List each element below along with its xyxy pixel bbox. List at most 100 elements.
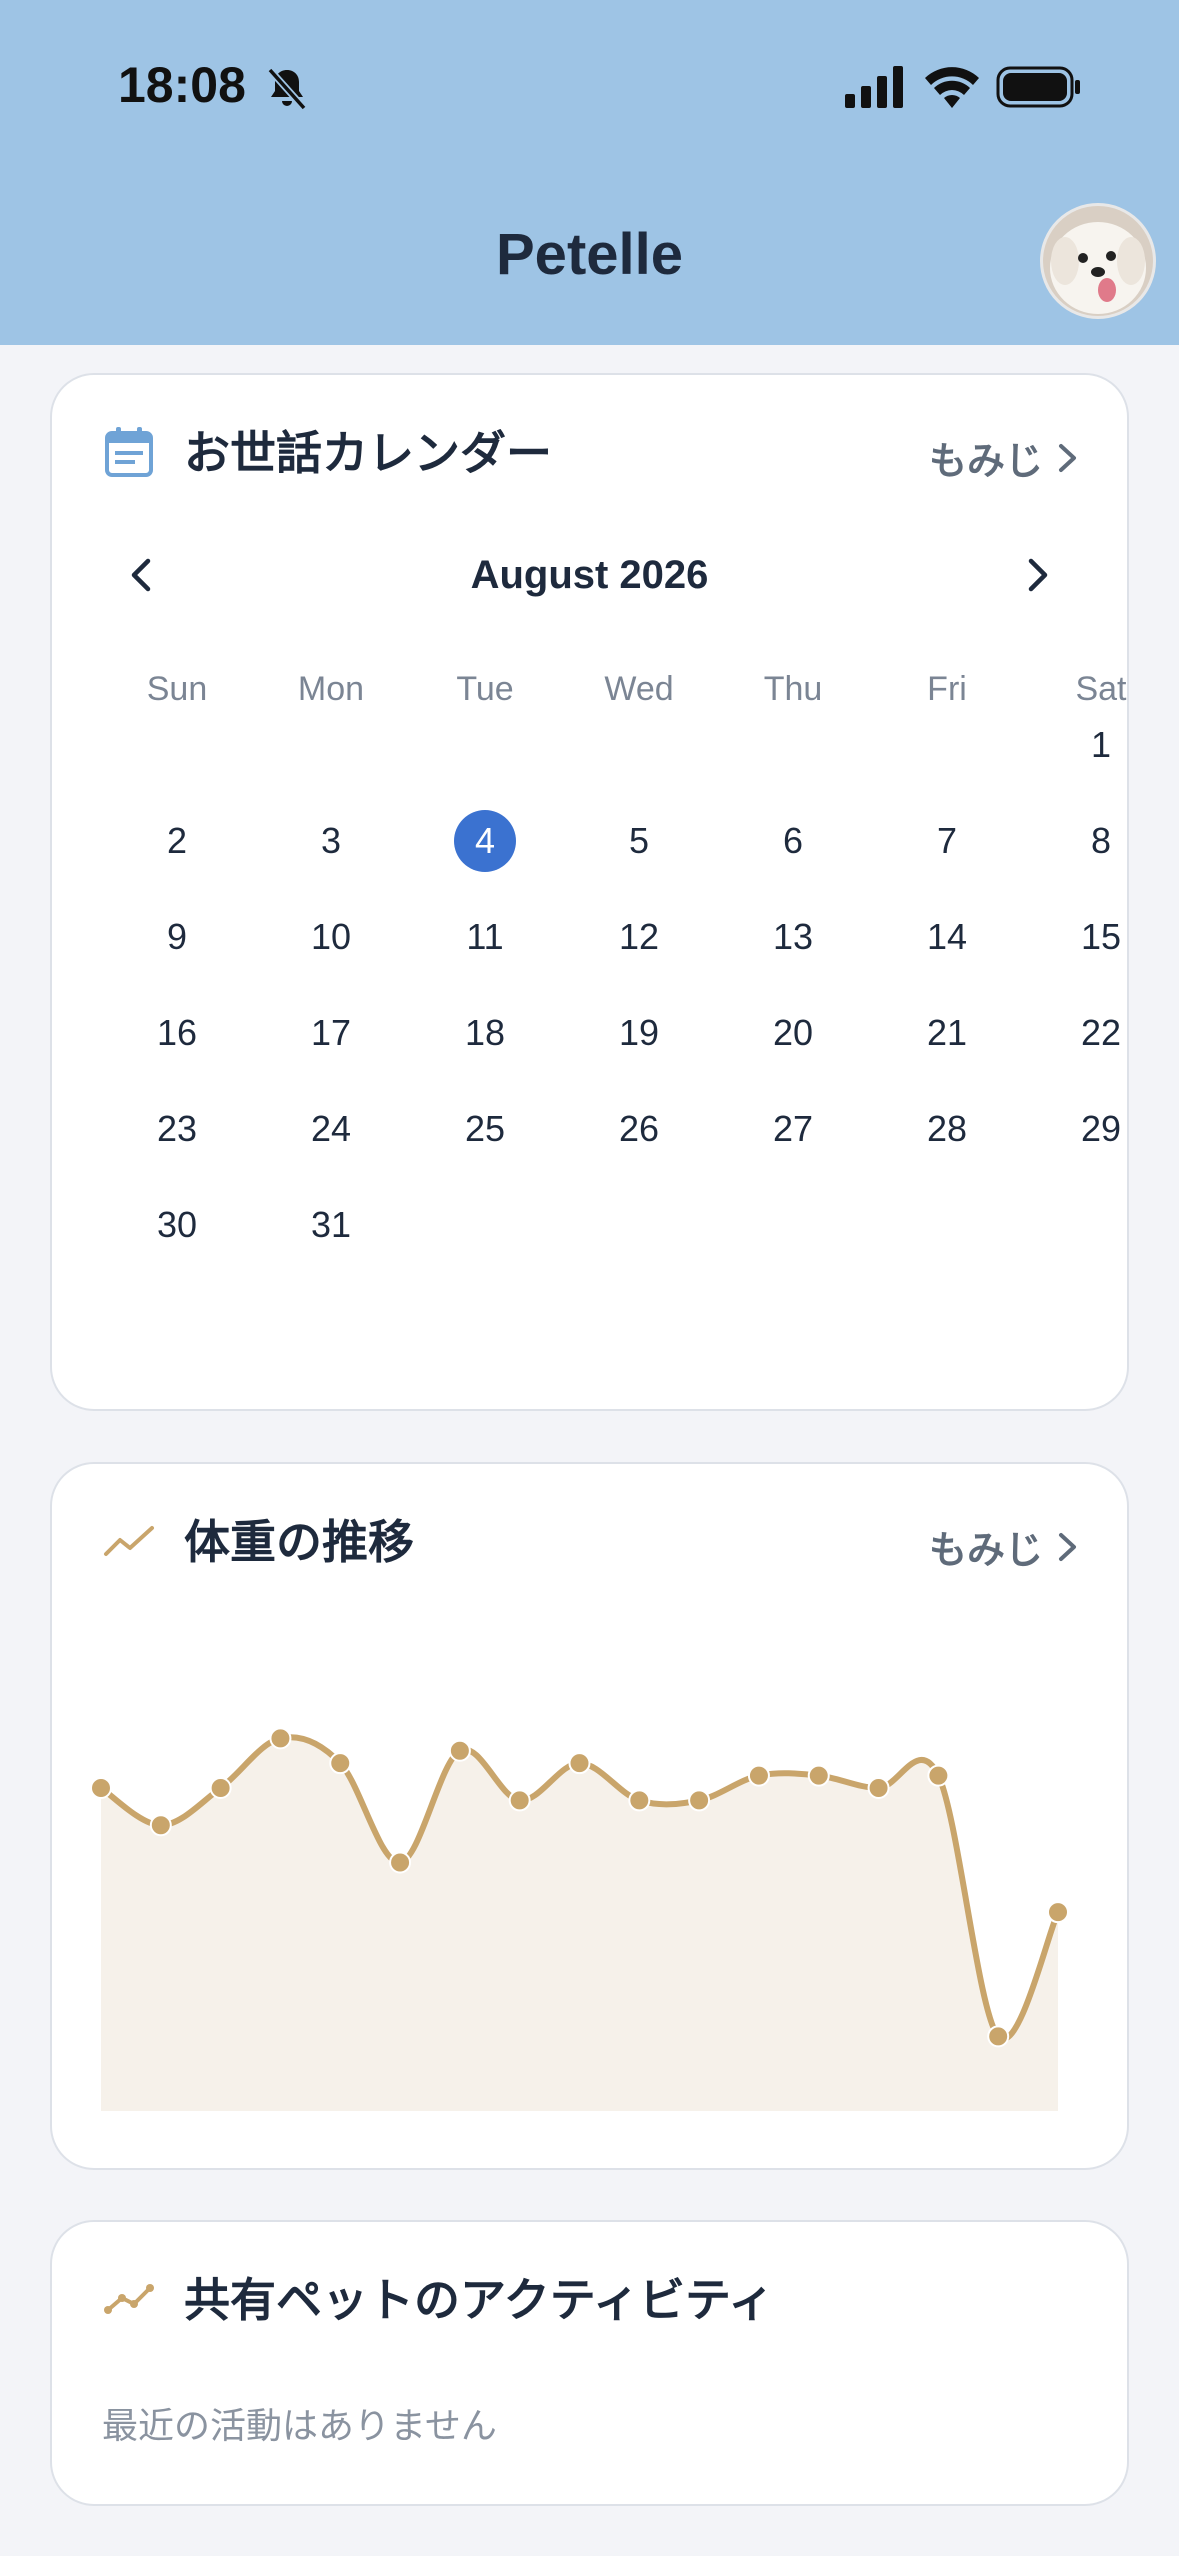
calendar-day-number: 28 (926, 1108, 968, 1149)
battery-icon (996, 66, 1080, 108)
calendar-empty-cell (870, 710, 1024, 780)
calendar-day-number: 29 (1080, 1108, 1122, 1149)
calendar-day[interactable]: 1 (1024, 710, 1178, 780)
calendar-day[interactable]: 8 (1024, 806, 1178, 876)
calendar-day[interactable]: 26 (562, 1094, 716, 1164)
weight-data-point[interactable] (448, 1739, 471, 1762)
calendar-empty-cell (562, 710, 716, 780)
calendar-day[interactable]: 15 (1024, 902, 1178, 972)
calendar-day[interactable]: 22 (1024, 998, 1178, 1068)
calendar-day[interactable]: 24 (254, 1094, 408, 1164)
calendar-day[interactable]: 11 (408, 902, 562, 972)
weight-data-point[interactable] (688, 1789, 711, 1812)
calendar-empty-cell (408, 1190, 562, 1260)
weight-data-point[interactable] (628, 1789, 651, 1812)
calendar-day-number: 3 (320, 820, 342, 861)
month-navigation: August 2026 (52, 545, 1127, 605)
weight-card-title: 体重の推移 (184, 1516, 414, 1568)
weekday-label: Tue (456, 670, 514, 708)
weight-data-point[interactable] (568, 1752, 591, 1775)
calendar-day-number: 20 (772, 1012, 814, 1053)
calendar-week-row: 30 31 (100, 1190, 1178, 1260)
calendar-empty-cell (100, 710, 254, 780)
calendar-day[interactable]: 25 (408, 1094, 562, 1164)
calendar-day-number: 23 (156, 1108, 198, 1149)
weight-data-point[interactable] (389, 1851, 412, 1874)
calendar-day[interactable]: 21 (870, 998, 1024, 1068)
weight-area-fill (101, 1737, 1058, 2111)
calendar-pet-name: もみじ (928, 441, 1043, 483)
weight-data-point[interactable] (1047, 1901, 1069, 1924)
calendar-day[interactable]: 10 (254, 902, 408, 972)
cellular-signal-icon (845, 66, 903, 108)
calendar-empty-cell (716, 710, 870, 780)
calendar-day[interactable]: 5 (562, 806, 716, 876)
chevron-right-icon (1059, 443, 1076, 472)
calendar-day[interactable]: 20 (716, 998, 870, 1068)
weight-data-point[interactable] (508, 1789, 531, 1812)
calendar-day-number: 25 (464, 1108, 506, 1149)
care-calendar-card: お世話カレンダー もみじ August 2026 Sun Mon Tue Wed Thu… (50, 373, 1129, 1411)
calendar-day[interactable]: 6 (716, 806, 870, 876)
calendar-day-number: 2 (166, 820, 188, 861)
calendar-day[interactable]: 18 (408, 998, 562, 1068)
calendar-day[interactable]: 17 (254, 998, 408, 1068)
calendar-empty-cell (254, 710, 408, 780)
weight-data-point[interactable] (90, 1777, 112, 1799)
calendar-week-row: 2 3 4 5 6 7 8 (100, 806, 1178, 876)
weekday-label: Sat (1075, 670, 1127, 708)
calendar-day-today[interactable]: 4 (408, 806, 562, 876)
weight-data-point[interactable] (269, 1727, 292, 1750)
weight-pet-link[interactable]: もみじ (929, 1519, 1081, 1574)
activity-card-title: 共有ペットのアクティビティ (184, 2274, 775, 2326)
pet-avatar[interactable] (1040, 203, 1156, 319)
trend-line-icon (104, 1526, 154, 1556)
bell-muted-icon (267, 67, 307, 111)
weight-data-point[interactable] (149, 1814, 172, 1837)
chevron-right-icon (1059, 1532, 1076, 1561)
weekday-label: Wed (604, 670, 674, 708)
weight-data-point[interactable] (747, 1764, 770, 1787)
status-time: 18:08 (118, 57, 246, 113)
calendar-day[interactable]: 29 (1024, 1094, 1178, 1164)
calendar-day[interactable]: 9 (100, 902, 254, 972)
calendar-day-number: 30 (156, 1204, 198, 1245)
weight-data-point[interactable] (867, 1777, 890, 1799)
calendar-day[interactable]: 23 (100, 1094, 254, 1164)
chevron-right-icon[interactable] (1017, 553, 1057, 597)
weight-data-point[interactable] (987, 2025, 1010, 2048)
calendar-empty-cell (408, 710, 562, 780)
calendar-day[interactable]: 28 (870, 1094, 1024, 1164)
calendar-day[interactable]: 7 (870, 806, 1024, 876)
calendar-empty-cell (1024, 1190, 1178, 1260)
weekday-label: Mon (297, 670, 365, 708)
wifi-icon (925, 67, 979, 108)
calendar-day[interactable]: 3 (254, 806, 408, 876)
weight-trend-card: 体重の推移 もみじ (50, 1462, 1129, 2170)
weight-data-point[interactable] (329, 1752, 352, 1775)
weight-data-point[interactable] (209, 1777, 232, 1799)
calendar-day[interactable]: 12 (562, 902, 716, 972)
calendar-day-number: 16 (156, 1012, 198, 1053)
calendar-day[interactable]: 14 (870, 902, 1024, 972)
activity-empty-message: 最近の活動はありません (102, 2405, 497, 2446)
calendar-day[interactable]: 30 (100, 1190, 254, 1260)
calendar-card-title: お世話カレンダー (184, 427, 552, 479)
calendar-pet-link[interactable]: もみじ (929, 430, 1081, 485)
calendar-day[interactable]: 27 (716, 1094, 870, 1164)
calendar-day-number: 15 (1080, 916, 1122, 957)
calendar-day-number: 26 (618, 1108, 660, 1149)
calendar-day[interactable]: 16 (100, 998, 254, 1068)
calendar-day[interactable]: 13 (716, 902, 870, 972)
calendar-day-number: 11 (466, 916, 504, 957)
weight-data-point[interactable] (927, 1764, 950, 1787)
calendar-day[interactable]: 19 (562, 998, 716, 1068)
weight-data-point[interactable] (807, 1764, 830, 1787)
calendar-day[interactable]: 31 (254, 1190, 408, 1260)
weekday-header-row: Sun Mon Tue Wed Thu Fri Sat (100, 670, 1178, 709)
calendar-day-number: 12 (618, 916, 660, 957)
calendar-week-row: 9 10 11 12 13 14 15 (100, 902, 1178, 972)
calendar-day-number: 18 (464, 1012, 506, 1053)
calendar-day-number: 5 (628, 820, 650, 861)
calendar-day[interactable]: 2 (100, 806, 254, 876)
